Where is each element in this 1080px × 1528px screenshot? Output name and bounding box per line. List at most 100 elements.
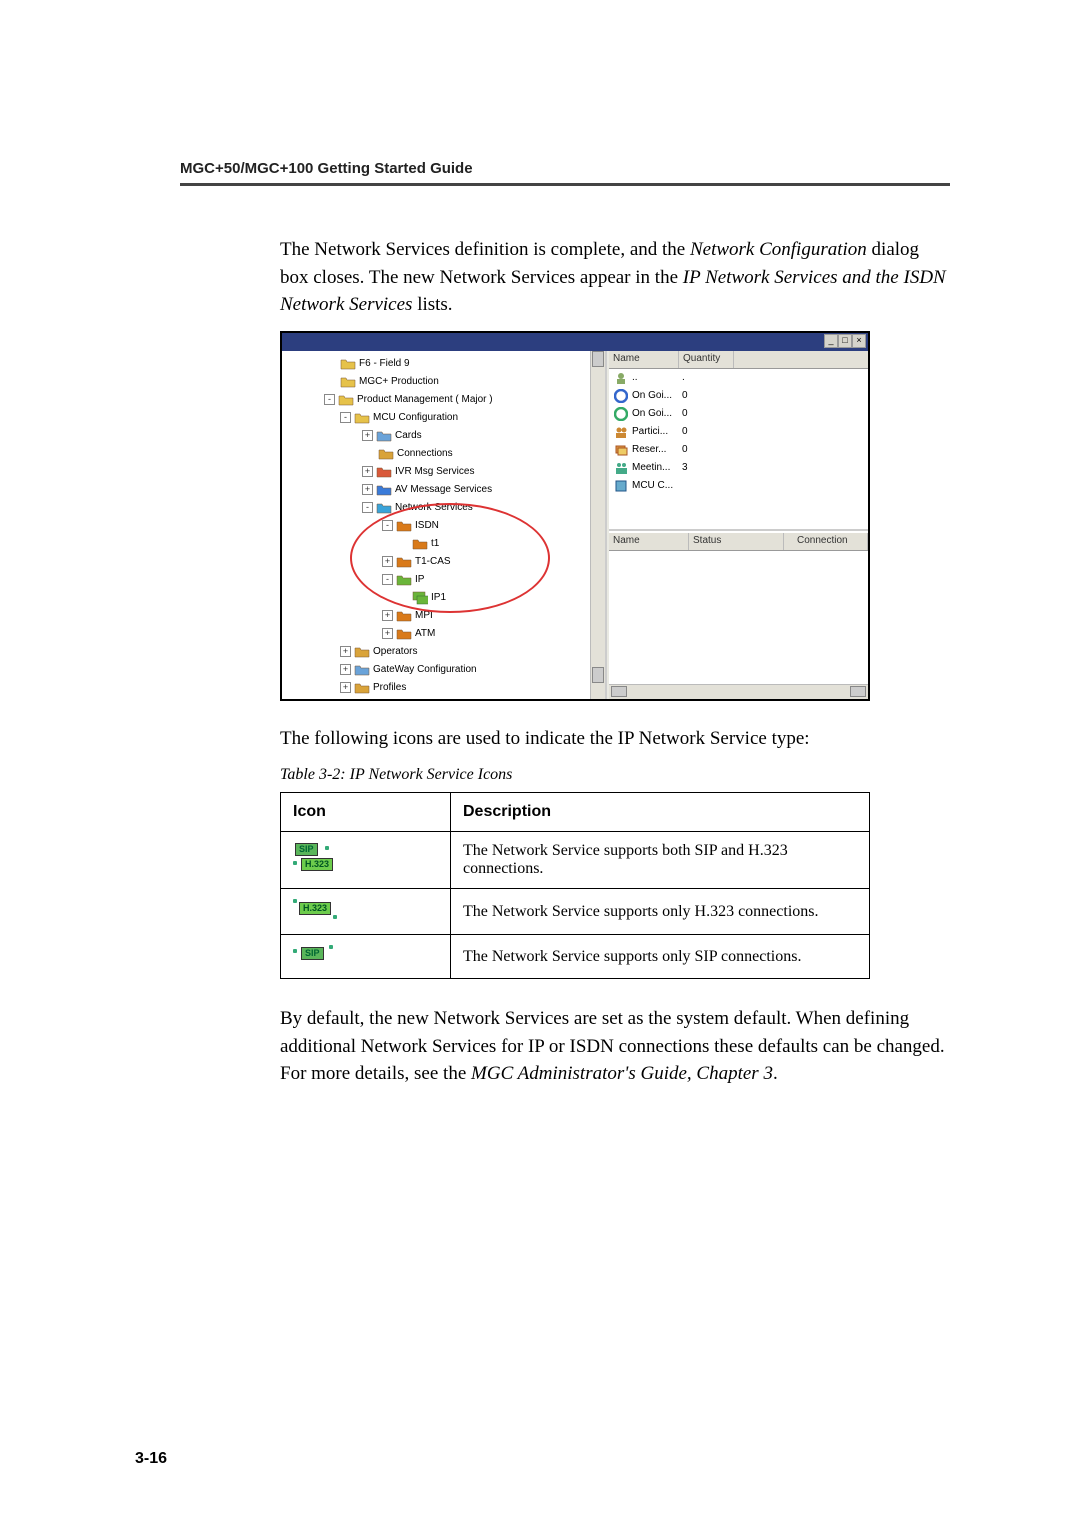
header-title: MGC+50/MGC+100 Getting Started Guide <box>180 160 950 186</box>
desc-sip: The Network Service supports only SIP co… <box>451 935 870 979</box>
h323-badge-2: H.323 <box>299 902 331 915</box>
expander-icon[interactable]: + <box>340 682 351 693</box>
expander-icon[interactable]: - <box>324 394 335 405</box>
tree-item[interactable]: +GateWay Configuration <box>282 661 605 679</box>
icon-h323: H.323 <box>281 889 451 935</box>
tree-item-label: IVR Msg Services <box>395 466 474 477</box>
list-item-icon <box>613 425 629 439</box>
expander-icon[interactable]: + <box>362 484 373 495</box>
tree-item-label: Cards <box>395 430 422 441</box>
tree-scrollbar[interactable] <box>590 351 605 699</box>
list-item-icon <box>613 479 629 493</box>
col-name[interactable]: Name <box>609 351 679 368</box>
list-item-icon <box>613 371 629 385</box>
expander-icon[interactable]: + <box>382 610 393 621</box>
desc-h323: The Network Service supports only H.323 … <box>451 889 870 935</box>
list-item-icon <box>613 461 629 475</box>
tree-item[interactable]: F6 - Field 9 <box>282 355 605 373</box>
folder-icon <box>396 609 412 623</box>
screenshot: _ □ × F6 - Field 9MGC+ Production-Produc… <box>280 331 950 701</box>
expander-icon[interactable]: + <box>362 430 373 441</box>
folder-icon <box>338 393 354 407</box>
p3c: . <box>773 1063 778 1084</box>
list-item-icon <box>613 389 629 403</box>
list-item[interactable]: ... <box>609 369 868 387</box>
th-desc: Description <box>451 793 870 832</box>
list-item-label: Meetin... <box>632 462 682 473</box>
tree-item[interactable]: +ATM <box>282 625 605 643</box>
list-item[interactable]: Partici...0 <box>609 423 868 441</box>
window-maximize-button[interactable]: □ <box>838 334 852 348</box>
titlebar: _ □ × <box>282 333 868 351</box>
tree-panel: F6 - Field 9MGC+ Production-Product Mana… <box>282 351 607 699</box>
folder-icon <box>354 681 370 695</box>
expander-icon[interactable]: + <box>340 646 351 657</box>
list-item[interactable]: MCU C... <box>609 477 868 495</box>
tree-item[interactable]: MGC+ Production <box>282 373 605 391</box>
right-top-list: Name Quantity ...On Goi...0On Goi...0Par… <box>609 351 868 531</box>
bottom-scrollbar[interactable] <box>609 684 868 699</box>
folder-icon <box>340 375 356 389</box>
desc-both: The Network Service supports both SIP an… <box>451 832 870 889</box>
h323-badge: H.323 <box>301 858 333 871</box>
tree-item[interactable]: + IVR Msg Services <box>282 463 605 481</box>
closing-paragraph: By default, the new Network Services are… <box>280 1005 950 1088</box>
folder-icon <box>354 411 370 425</box>
expander-icon[interactable]: - <box>362 502 373 513</box>
list-item-label: On Goi... <box>632 408 682 419</box>
p1e: lists. <box>412 294 452 315</box>
highlight-ellipse <box>350 503 550 613</box>
tree-item-label: MGC+ Production <box>359 376 439 387</box>
col-qty[interactable]: Quantity <box>679 351 734 368</box>
list-item-qty: 0 <box>682 390 688 401</box>
tree-item[interactable]: + Profiles <box>282 679 605 697</box>
list-item-qty: 0 <box>682 426 688 437</box>
expander-icon[interactable]: + <box>362 466 373 477</box>
tree-item[interactable]: Connections <box>282 445 605 463</box>
tree-item[interactable]: - Product Management ( Major ) <box>282 391 605 409</box>
expander-icon[interactable]: + <box>382 628 393 639</box>
list-item-icon <box>613 407 629 421</box>
tree-item[interactable]: +AV Message Services <box>282 481 605 499</box>
col-conn[interactable]: Connection <box>793 533 868 550</box>
icon-both: SIP H.323 <box>281 832 451 889</box>
list-item-label: MCU C... <box>632 480 682 491</box>
expander-icon[interactable]: + <box>340 664 351 675</box>
tree-item[interactable]: Recording Links <box>282 697 605 699</box>
list-item-qty: 0 <box>682 408 688 419</box>
tree-item-label: Product Management ( Major ) <box>357 394 493 405</box>
list-item[interactable]: Meetin...3 <box>609 459 868 477</box>
list-item-label: On Goi... <box>632 390 682 401</box>
table-caption: Table 3-2: IP Network Service Icons <box>280 766 950 784</box>
folder-icon <box>354 663 370 677</box>
list-item[interactable]: On Goi...0 <box>609 387 868 405</box>
tree-item-label: Profiles <box>373 682 406 693</box>
tree-item-label: Connections <box>397 448 453 459</box>
p2: The following icons are used to indicate… <box>280 725 950 753</box>
tree-item[interactable]: - MCU Configuration <box>282 409 605 427</box>
window-close-button[interactable]: × <box>852 334 866 348</box>
icon-sip: SIP <box>281 935 451 979</box>
folder-icon <box>376 483 392 497</box>
right-bottom-list: Name Status Connection <box>609 533 868 699</box>
tree-item-label: MCU Configuration <box>373 412 458 423</box>
list-item-qty: . <box>682 372 685 383</box>
tree-item[interactable]: + Cards <box>282 427 605 445</box>
tree-item-label: Operators <box>373 646 417 657</box>
folder-icon <box>378 447 394 461</box>
folder-icon <box>354 645 370 659</box>
folder-icon <box>376 429 392 443</box>
list-item[interactable]: On Goi...0 <box>609 405 868 423</box>
tree-item-label: F6 - Field 9 <box>359 358 410 369</box>
list-item[interactable]: Reser...0 <box>609 441 868 459</box>
tree-item[interactable]: + Operators <box>282 643 605 661</box>
folder-icon <box>376 501 392 515</box>
list-item-qty: 0 <box>682 444 688 455</box>
col-name2[interactable]: Name <box>609 533 689 550</box>
col-status[interactable]: Status <box>689 533 784 550</box>
window-minimize-button[interactable]: _ <box>824 334 838 348</box>
expander-icon[interactable]: - <box>340 412 351 423</box>
folder-icon <box>396 627 412 641</box>
list-item-label: Reser... <box>632 444 682 455</box>
p3b: MGC Administrator's Guide, Chapter 3 <box>471 1063 773 1084</box>
